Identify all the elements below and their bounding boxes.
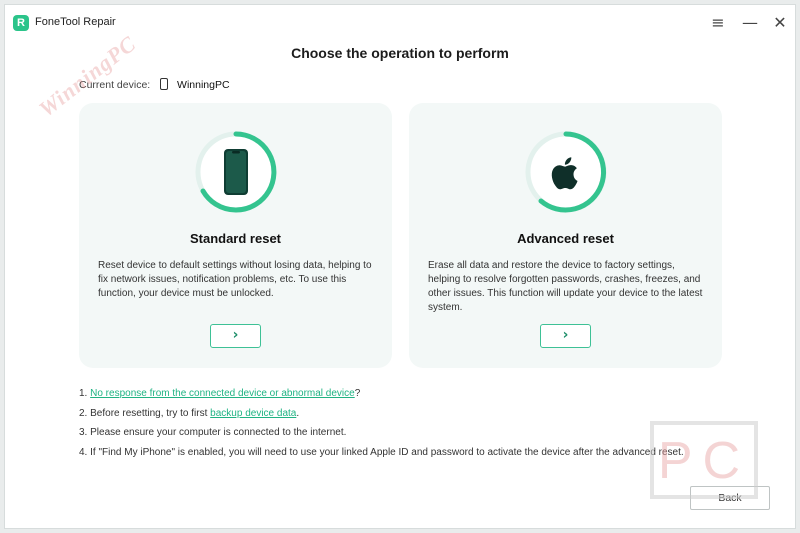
phone-icon [160,78,169,90]
menu-icon[interactable]: ≡ [708,13,728,33]
note-text: 1. [79,388,91,399]
advanced-reset-card[interactable]: Advanced reset Erase all data and restor… [409,103,722,368]
advanced-reset-button[interactable]: › [540,324,591,348]
no-response-link[interactable]: No response from the connected device or… [90,388,355,399]
standard-reset-icon [195,131,277,213]
standard-reset-button[interactable]: › [210,324,261,348]
note-item: 1. No response from the connected device… [79,388,684,408]
app-title: FoneTool Repair [35,16,116,28]
note-text: 3. Please ensure your computer is connec… [79,427,347,438]
note-text: . [296,407,300,419]
current-device: Current device: WinningPC [79,78,230,91]
backup-data-link[interactable]: backup device data [210,408,296,419]
back-button[interactable]: Back [690,486,770,510]
standard-reset-description: Reset device to default settings without… [98,260,372,299]
current-device-label: Current device: [79,79,151,91]
notes-list: 1. No response from the connected device… [79,388,684,466]
note-item: 3. Please ensure your computer is connec… [79,427,684,447]
note-item: 4. If "Find My iPhone" is enabled, you w… [79,447,684,467]
page-title: Choose the operation to perform [291,45,509,61]
apple-logo-icon [525,131,607,213]
standard-reset-card[interactable]: Standard reset Reset device to default s… [79,103,392,368]
standard-reset-title: Standard reset [189,231,282,246]
close-icon[interactable]: ✕ [770,13,790,33]
note-text: ? [354,388,361,399]
note-text: 4. If "Find My iPhone" is enabled, you w… [79,446,684,458]
minimize-icon[interactable]: — [740,13,760,33]
app-window: R FoneTool Repair ≡ — ✕ Choose the opera… [4,4,796,529]
advanced-reset-description: Erase all data and restore the device to… [428,260,703,313]
app-logo-icon: R [13,15,29,31]
title-bar: R FoneTool Repair ≡ — ✕ [5,5,795,41]
note-item: 2. Before resetting, try to first backup… [79,408,684,428]
advanced-reset-title: Advanced reset [517,231,614,246]
note-text: 2. Before resetting, try to first [79,407,211,419]
current-device-name: WinningPC [177,79,230,91]
